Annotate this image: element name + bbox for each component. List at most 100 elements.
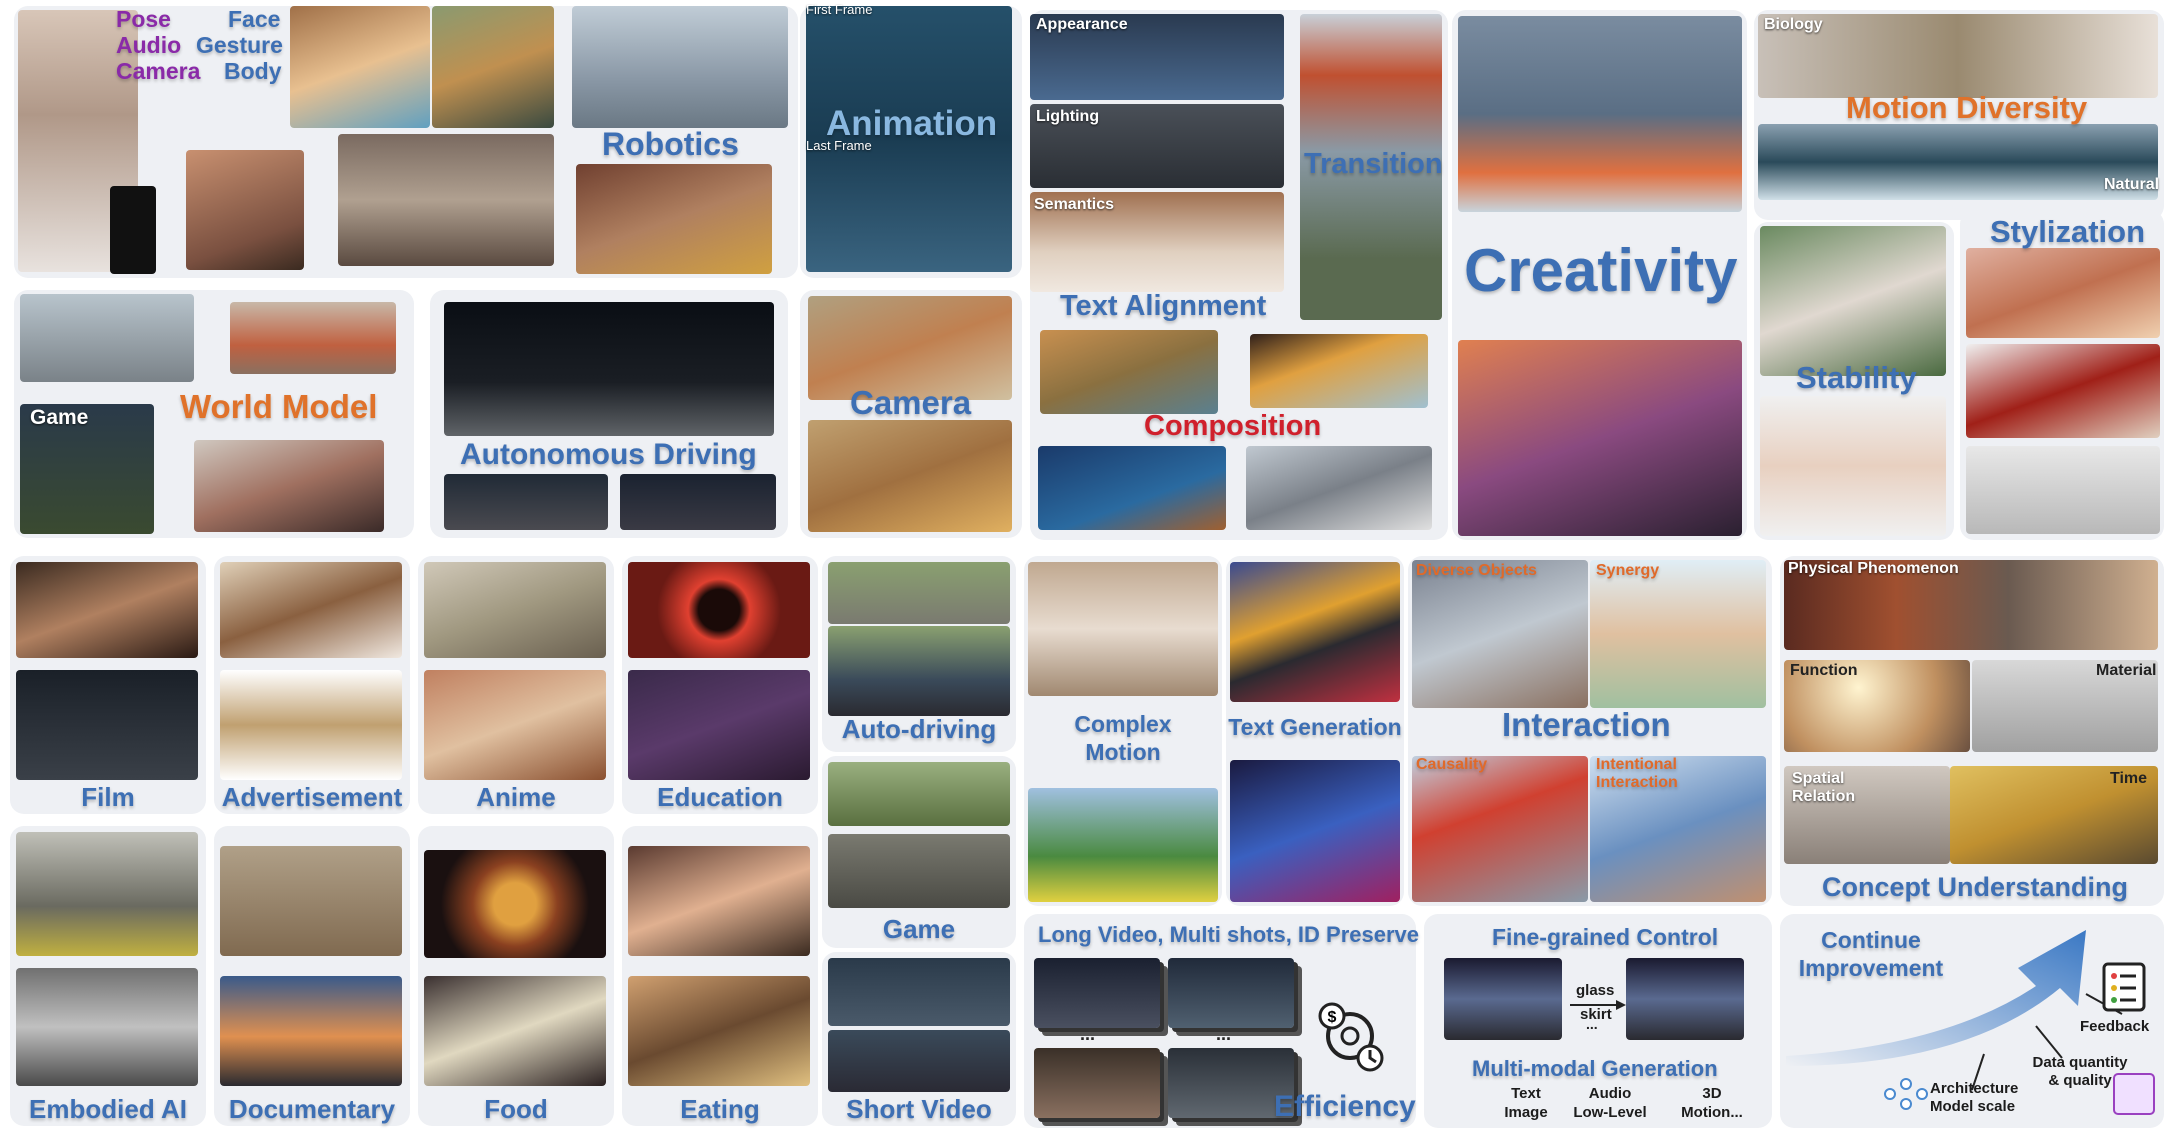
eating-2-image [628, 976, 810, 1086]
label-auto-driving: Auto-driving [841, 714, 997, 744]
film-2-image [16, 670, 198, 780]
label-synergy: Synergy [1596, 562, 1660, 579]
label-transition: Transition [1304, 148, 1443, 180]
label-biology: Biology [1764, 16, 1823, 33]
label-data-quality: Data quantity & quality [2032, 1054, 2128, 1089]
robot-dog-image [572, 6, 788, 128]
label-glass: glass [1576, 982, 1615, 999]
night-street-2-image [620, 474, 776, 530]
label-text-generation: Text Generation [1228, 714, 1402, 740]
label-autonomous-driving: Autonomous Driving [460, 438, 757, 471]
man-gesture-image [432, 6, 554, 128]
label-face: Face [228, 6, 281, 32]
label-anime: Anime [476, 782, 556, 812]
label-concept-understanding: Concept Understanding [1822, 872, 2129, 902]
smoke-woman-image [1458, 340, 1742, 536]
label-pose: Pose [116, 6, 171, 32]
dancers-image [338, 134, 554, 266]
night-road-image [444, 302, 774, 436]
label-3d-motion: 3D Motion... [1681, 1085, 1743, 1121]
label-food: Food [484, 1094, 548, 1124]
label-body: Body [224, 58, 282, 84]
label-spatial-relation: Spatial Relation [1792, 770, 1856, 805]
baseball-1-image [1760, 226, 1946, 376]
ellipsis-2: ... [1216, 1024, 1232, 1044]
label-gesture: Gesture [196, 32, 283, 58]
skeleton-image [110, 186, 156, 274]
label-advertisement: Advertisement [221, 782, 403, 812]
game-2-image [828, 834, 1010, 908]
natural-image [1758, 124, 2158, 200]
ad-2-image [220, 670, 402, 780]
anime-1-image [424, 562, 606, 658]
label-film: Film [81, 782, 135, 812]
edu-1-image [628, 562, 810, 658]
style-silhouette-image [1966, 446, 2160, 534]
food-1-image [424, 850, 606, 958]
svg-text:$: $ [1328, 1009, 1337, 1026]
food-2-image [424, 976, 606, 1086]
label-architecture: Architecture Model scale [1930, 1080, 2019, 1115]
label-multimodal-generation: Multi-modal Generation [1472, 1056, 1718, 1081]
candle-image [1250, 334, 1428, 408]
label-intentional-interaction: Intentional Interaction [1596, 756, 1678, 791]
ellipsis-1: ... [1080, 1024, 1096, 1044]
embodied-2-image [16, 968, 198, 1086]
label-function: Function [1790, 662, 1858, 679]
label-semantics: Semantics [1034, 196, 1115, 213]
ballet-image [1028, 562, 1218, 696]
fine-before-image [1444, 958, 1562, 1040]
label-efficiency: Efficiency [1274, 1090, 1416, 1123]
label-audio-low: Audio Low-Level [1573, 1085, 1647, 1121]
mermaid-image [1038, 446, 1226, 530]
long-video-1-image [1034, 958, 1160, 1028]
label-first-frame: First Frame [806, 2, 873, 17]
lava-image [230, 302, 396, 374]
game-1-image [828, 762, 1010, 826]
label-complex-motion: Complex Motion [1074, 711, 1172, 765]
label-diverse-objects: Diverse Objects [1416, 562, 1537, 579]
neon-image [1230, 760, 1400, 902]
short-1-image [828, 958, 1010, 1026]
label-stylization: Stylization [1990, 214, 2146, 249]
woman-hat-image [194, 440, 384, 532]
street-run-image [20, 294, 194, 382]
diverse-objects-image [1412, 560, 1588, 708]
label-physical-phenomenon: Physical Phenomenon [1788, 560, 1959, 577]
synergy-image [1590, 560, 1766, 708]
short-2-image [828, 1030, 1010, 1092]
long-video-3-image [1034, 1048, 1160, 1118]
label-fine-grained-control: Fine-grained Control [1492, 924, 1719, 950]
boy-surprised-image [290, 6, 430, 128]
label-robotics: Robotics [602, 126, 739, 162]
label-causality: Causality [1416, 756, 1488, 773]
label-natural: Natural [2104, 176, 2160, 193]
label-animation: Animation [826, 104, 998, 143]
label-creativity: Creativity [1464, 237, 1738, 304]
label-game: Game [882, 914, 956, 944]
style-dragon-image [1966, 344, 2160, 438]
label-world-model: World Model [180, 388, 378, 425]
anime-2-image [424, 670, 606, 780]
label-appearance: Appearance [1036, 16, 1128, 33]
label-text-image: Text Image [1504, 1085, 1548, 1121]
label-text-alignment: Text Alignment [1060, 290, 1267, 322]
surf-fire-image [1458, 16, 1742, 212]
label-motion-diversity: Motion Diversity [1846, 90, 2088, 125]
label-short-video: Short Video [846, 1094, 992, 1124]
lions-image [1040, 330, 1218, 414]
night-street-1-image [444, 474, 608, 530]
label-education: Education [657, 782, 783, 812]
label-composition: Composition [1144, 410, 1322, 442]
teddy-shelf-image [808, 420, 1012, 532]
fine-after-image [1626, 958, 1744, 1040]
robot-arm-image [576, 164, 772, 274]
label-material: Material [2096, 662, 2157, 679]
label-camera-top: Camera [116, 58, 201, 84]
embodied-1-image [16, 832, 198, 956]
auto-2-image [828, 626, 1010, 716]
label-lighting: Lighting [1036, 108, 1100, 125]
robot-cook-image [1246, 446, 1432, 530]
label-feedback: Feedback [2080, 1018, 2150, 1035]
label-stability: Stability [1796, 360, 1917, 395]
